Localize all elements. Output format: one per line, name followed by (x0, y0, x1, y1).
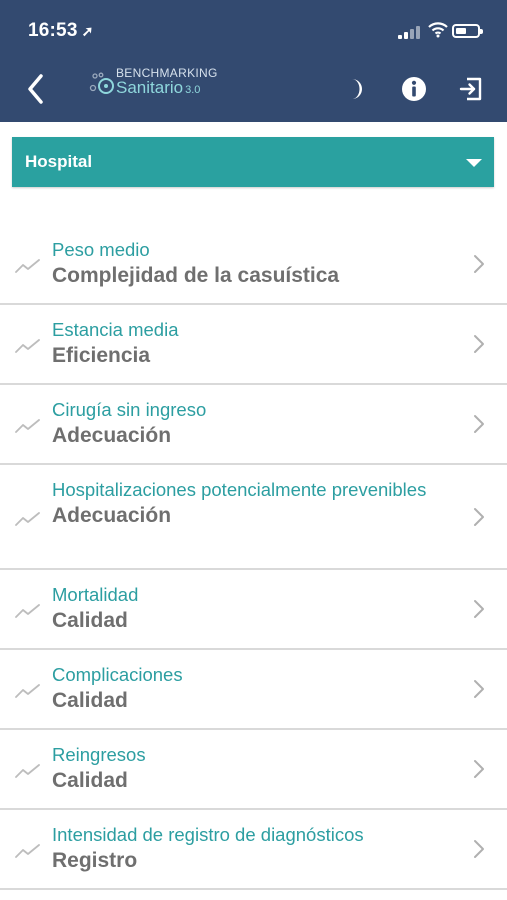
indicator-title: Reingresos (52, 744, 146, 765)
indicator-row[interactable]: Intensidad de registro de diagnósticos Re… (0, 810, 507, 890)
benchmarking-logo: BENCHMARKING Sanitario 3.0 (88, 66, 218, 100)
indicator-texts: Complicaciones Calidad (52, 662, 447, 715)
moon-icon[interactable] (342, 76, 368, 102)
trend-line-icon (15, 511, 40, 526)
info-icon[interactable] (401, 76, 427, 102)
hospital-selector[interactable]: Hospital (12, 137, 494, 187)
indicator-title: Estancia media (52, 319, 179, 340)
logo-mark-icon (89, 72, 114, 94)
chevron-right-icon (474, 600, 484, 618)
indicator-row[interactable]: Reingresos Calidad (0, 730, 507, 810)
hospital-selector-label: Hospital (25, 152, 93, 171)
cellular-signal-icon (398, 26, 420, 39)
trend-line-icon (15, 764, 40, 778)
indicator-texts: Peso medio Complejidad de la casuística (52, 237, 447, 290)
chevron-right-icon (474, 507, 484, 526)
indicator-title: Hospitalizaciones potencialmente preveni… (52, 479, 427, 500)
indicator-category: Adecuación (52, 504, 172, 527)
indicator-row[interactable]: Mortalidad Calidad (0, 570, 507, 650)
indicator-list: Peso medio Complejidad de la casuística Es… (0, 225, 507, 890)
indicator-category: Calidad (52, 769, 128, 792)
trend-line-icon (15, 419, 40, 433)
indicator-title: Peso medio (52, 239, 150, 260)
indicator-category: Registro (52, 849, 138, 872)
logout-icon[interactable] (458, 76, 484, 102)
chevron-right-icon (474, 680, 484, 698)
indicator-category: Eficiencia (52, 344, 151, 367)
chevron-right-icon (474, 415, 484, 433)
indicator-row[interactable]: Peso medio Complejidad de la casuística (0, 225, 507, 305)
indicator-row[interactable]: Estancia media Eficiencia (0, 305, 507, 385)
app-header: 16:53 ➚ BENCHMARKING Sanitario 3.0 (0, 0, 507, 122)
indicator-row[interactable]: Hospitalizaciones potencialmente preveni… (0, 465, 507, 570)
indicator-texts: Mortalidad Calidad (52, 582, 447, 635)
status-time: 16:53 ➚ (28, 20, 94, 42)
indicator-title: Mortalidad (52, 584, 139, 605)
trend-line-icon (15, 339, 40, 353)
indicator-category: Adecuación (52, 424, 172, 447)
indicator-texts: Estancia media Eficiencia (52, 317, 447, 370)
trend-line-icon (15, 684, 40, 698)
indicator-texts: Cirugía sin ingreso Adecuación (52, 397, 447, 450)
indicator-category: Calidad (52, 689, 128, 712)
indicator-category: Calidad (52, 609, 128, 632)
wifi-icon (428, 22, 448, 38)
caret-down-icon (466, 159, 482, 167)
indicator-row[interactable]: Complicaciones Calidad (0, 650, 507, 730)
indicator-texts: Hospitalizaciones potencialmente preveni… (52, 477, 447, 530)
trend-line-icon (15, 604, 40, 618)
trend-line-icon (15, 844, 40, 858)
chevron-right-icon (474, 335, 484, 353)
logo-version: 3.0 (185, 84, 201, 96)
location-arrow-icon: ➚ (81, 23, 94, 39)
chevron-right-icon (474, 760, 484, 778)
chevron-right-icon (474, 255, 484, 273)
status-time-text: 16:53 (28, 20, 78, 41)
indicator-title: Cirugía sin ingreso (52, 399, 207, 420)
logo-bottom-text: Sanitario 3.0 (116, 78, 200, 98)
indicator-texts: Intensidad de registro de diagnósticos Re… (52, 822, 447, 875)
indicator-category: Complejidad de la casuística (52, 264, 340, 287)
indicator-title: Complicaciones (52, 664, 183, 685)
trend-line-icon (15, 259, 40, 273)
back-chevron-icon[interactable] (22, 72, 50, 106)
chevron-right-icon (474, 840, 484, 858)
indicator-title: Intensidad de registro de diagnósticos (52, 824, 364, 845)
battery-icon (452, 24, 483, 38)
indicator-row[interactable]: Cirugía sin ingreso Adecuación (0, 385, 507, 465)
indicator-texts: Reingresos Calidad (52, 742, 447, 795)
logo-bottom-word: Sanitario (116, 78, 184, 97)
